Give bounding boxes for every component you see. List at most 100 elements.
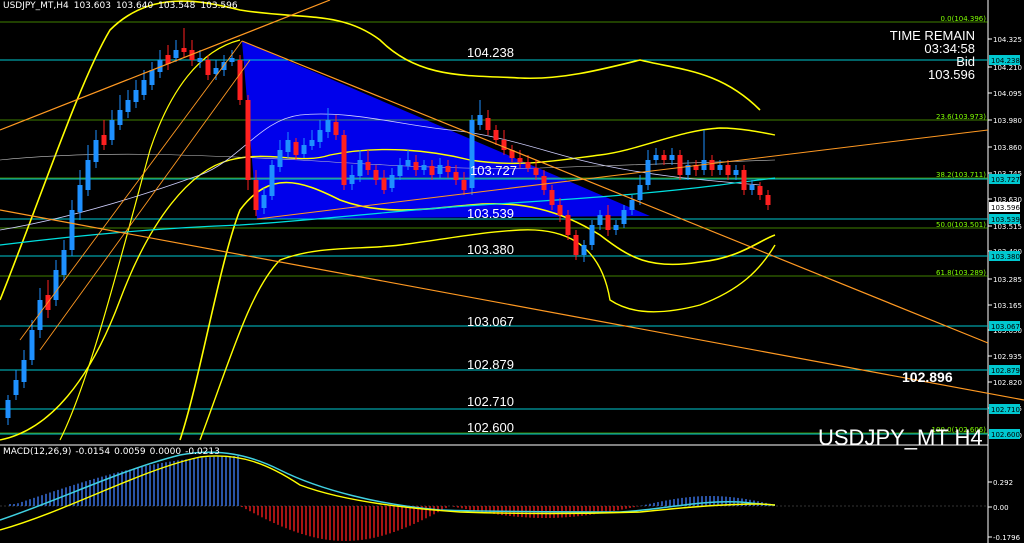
high-price: 103.640 (115, 1, 154, 11)
candle-body (741, 170, 747, 190)
price-tag-label: 103.067 (991, 323, 1020, 331)
candle-body (485, 118, 491, 130)
candle-body (205, 60, 211, 75)
symbol-watermark: USDJPY_MT H4 (818, 425, 983, 450)
candle-body (237, 60, 243, 100)
candle-body (69, 210, 75, 250)
price-chart[interactable]: 0.0(104.396) 23.6(103.973) 38.2(103.711) 50… (0, 0, 1024, 543)
level-label: 103.067 (467, 314, 514, 329)
candle-body (597, 215, 603, 225)
candle-body (141, 80, 147, 95)
candle-body (517, 158, 523, 162)
candle-body (21, 360, 27, 382)
price-tick-label: 103.860 (993, 144, 1022, 152)
candle-body (125, 100, 131, 112)
candle-body (245, 100, 251, 180)
candle-body (133, 90, 139, 102)
chart-header: USDJPY_MT,H4 103.603 103.640 103.548 103.596 (3, 1, 243, 11)
candle-body (333, 122, 339, 135)
candle-body (269, 165, 275, 196)
level-label: 104.238 (467, 45, 514, 60)
candle-body (621, 210, 627, 224)
candle-body (645, 160, 651, 185)
level-label: 102.600 (467, 420, 514, 435)
fib-label: 38.2(103.711) (936, 171, 986, 179)
candle-body (285, 140, 291, 152)
candle-body (677, 155, 683, 175)
candle-body (477, 115, 483, 125)
candle-body (325, 120, 331, 132)
candle-body (541, 176, 547, 190)
price-tick-label: 102.935 (993, 353, 1022, 361)
price-tag-label: 103.596 (991, 204, 1020, 212)
candle-body (101, 135, 107, 145)
candle-body (373, 170, 379, 180)
candle-body (309, 140, 315, 146)
candle-body (493, 130, 499, 140)
level-label: 102.710 (467, 394, 514, 409)
candle-body (357, 160, 363, 176)
candle-body (229, 58, 235, 62)
candle-body (109, 120, 115, 140)
macd-tick-label: 0.00 (993, 504, 1009, 512)
candle-body (173, 50, 179, 58)
price-tick-label: 104.095 (993, 90, 1022, 98)
price-tick-label: 103.515 (993, 223, 1022, 231)
candle-body (277, 150, 283, 167)
candle-body (629, 200, 635, 210)
price-tag-label: 104.238 (991, 57, 1020, 65)
macd-tick-label: -0.1796 (993, 534, 1021, 542)
candle-body (389, 175, 395, 188)
candle-body (661, 155, 667, 160)
price-tick-label: 103.285 (993, 276, 1022, 284)
level-label: 103.380 (467, 242, 514, 257)
bid-value: 103.596 (928, 67, 975, 82)
candle-body (397, 165, 403, 176)
time-remain-box: TIME REMAIN 03:34:58 Bid 103.596 (890, 29, 975, 81)
candle-body (573, 235, 579, 255)
candle-body (349, 175, 355, 184)
price-tag-label: 102.710 (991, 406, 1020, 414)
macd-value-2: 0.0059 (114, 447, 146, 457)
candle-body (717, 165, 723, 170)
candle-body (549, 190, 555, 205)
price-tag-label: 103.727 (991, 176, 1020, 184)
price-tick-label: 103.165 (993, 302, 1022, 310)
fib-label: 23.6(103.973) (936, 113, 986, 121)
candle-body (637, 185, 643, 200)
candle-body (405, 160, 411, 166)
candle-body (669, 155, 675, 160)
candle-body (77, 185, 83, 212)
candle-body (749, 185, 755, 190)
candle-body (557, 205, 563, 215)
candle-body (757, 186, 763, 195)
candle-body (453, 172, 459, 180)
candle-body (365, 162, 371, 170)
candle-body (85, 160, 91, 190)
price-tick-label: 103.980 (993, 117, 1022, 125)
candle-body (437, 165, 443, 174)
price-tag-label: 103.380 (991, 253, 1020, 261)
candle-body (605, 215, 611, 230)
candle-body (581, 245, 587, 255)
candle-body (293, 142, 299, 155)
level-label: 103.727 (470, 163, 517, 178)
candle-body (261, 195, 267, 208)
candle-body (53, 270, 59, 300)
price-tick-label: 104.325 (993, 36, 1022, 44)
candle-body (501, 140, 507, 150)
candle-body (413, 162, 419, 170)
candle-body (533, 168, 539, 175)
level-label: 103.539 (467, 206, 514, 221)
price-tag-label: 102.600 (991, 431, 1020, 439)
candle-body (93, 140, 99, 162)
fib-label: 0.0(104.396) (940, 15, 986, 23)
trendline-price-label: 102.896 (902, 369, 953, 385)
candle-body (565, 215, 571, 235)
candle-body (381, 178, 387, 190)
candle-body (445, 166, 451, 172)
open-price: 103.603 (73, 1, 111, 11)
candle-body (149, 70, 155, 85)
candle-body (709, 160, 715, 170)
close-price: 103.596 (200, 1, 238, 11)
